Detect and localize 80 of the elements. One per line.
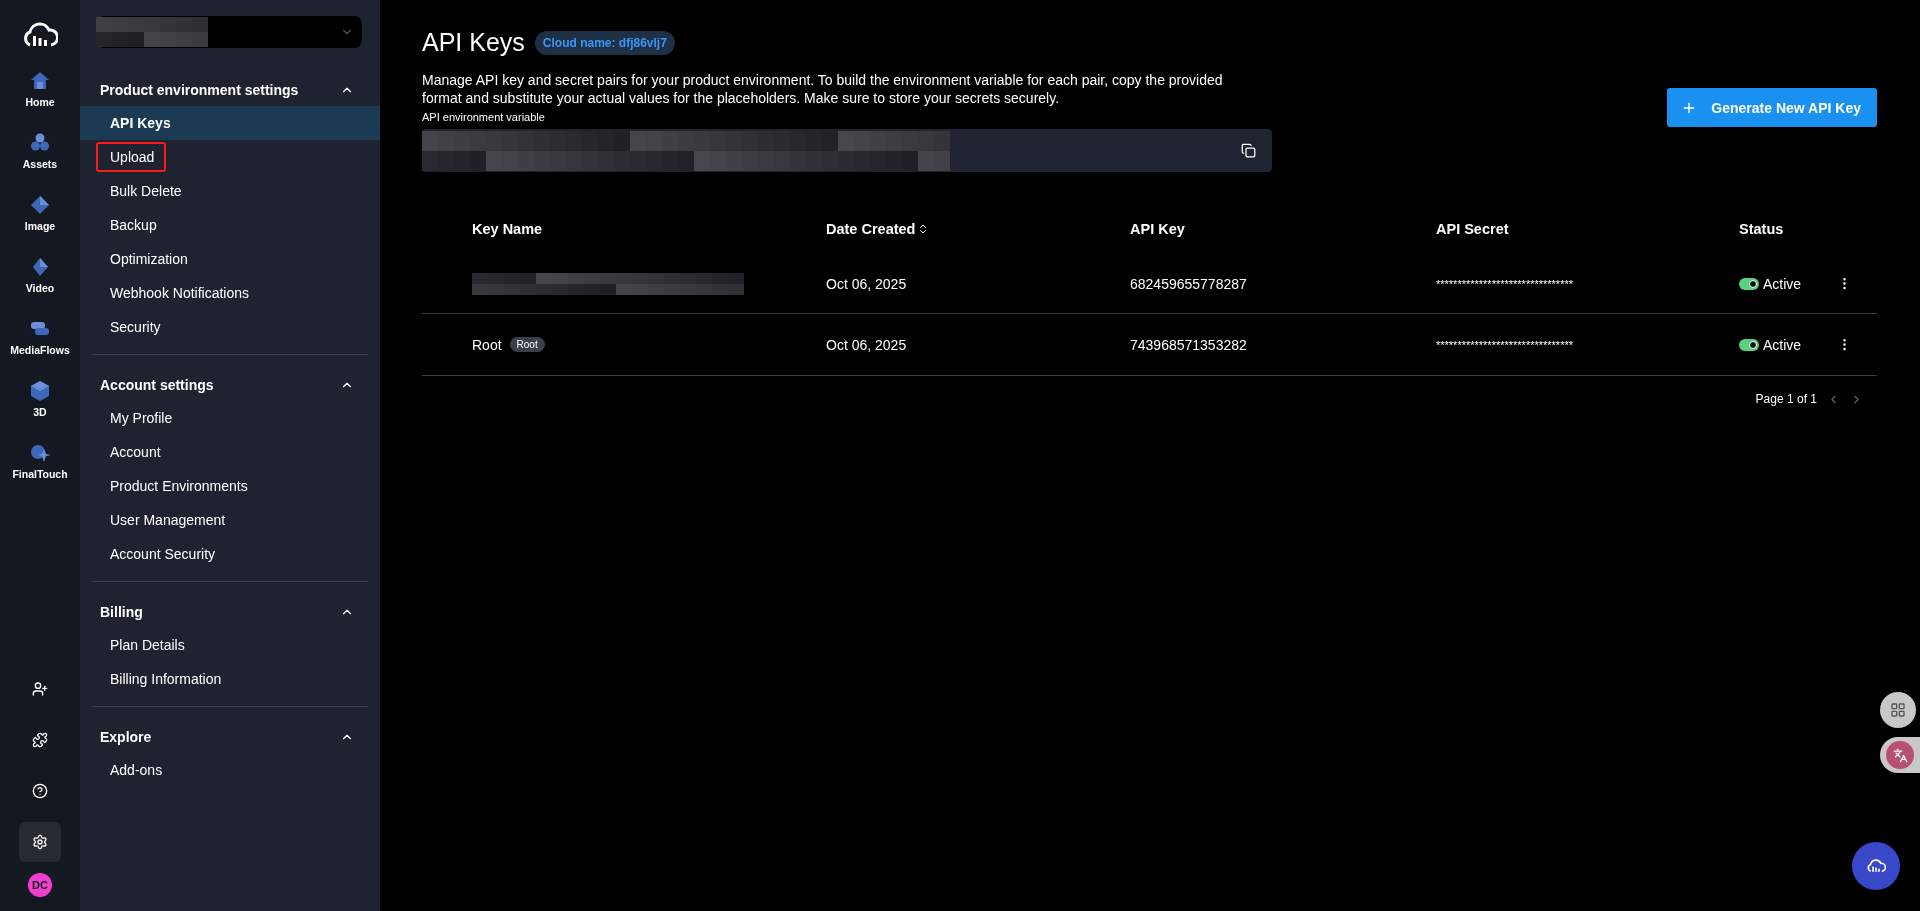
settings-button[interactable]: [19, 822, 61, 862]
nav-item[interactable]: MediaFlows: [10, 318, 70, 380]
menu-item-label: Product Environments: [109, 477, 249, 496]
menu-item[interactable]: Bulk Delete: [80, 174, 380, 208]
menu-item[interactable]: Account Security: [80, 537, 380, 571]
section-header[interactable]: Billing: [92, 596, 368, 628]
column-header[interactable]: Date Created: [826, 221, 1130, 237]
add-user-icon: [32, 681, 48, 697]
menu-item[interactable]: Plan Details: [80, 628, 380, 662]
table-cell-text: Oct 06, 2025: [826, 275, 908, 292]
cloud-icon: [1866, 858, 1886, 874]
menu-item[interactable]: Billing Information: [80, 662, 380, 696]
menu-item-label: My Profile: [109, 409, 174, 428]
translate-button[interactable]: [1880, 737, 1920, 773]
table-cell-text: Oct 06, 2025: [826, 336, 908, 353]
cluster-icon: [29, 132, 51, 154]
menu-item-label: Plan Details: [109, 636, 186, 655]
table-cell-text: ********************************: [1436, 338, 1574, 351]
status-text: Active: [1763, 336, 1802, 353]
section-header[interactable]: Account settings: [92, 369, 368, 401]
highlight-frame: Upload: [96, 142, 167, 172]
puzzle-icon: [32, 732, 48, 748]
nav-item[interactable]: Home: [25, 70, 55, 132]
nav-item[interactable]: FinalTouch: [12, 442, 68, 504]
page-title: API Keys: [422, 28, 525, 57]
menu-item-label: Bulk Delete: [109, 182, 183, 201]
menu-item[interactable]: API Keys: [80, 106, 380, 140]
menu-item[interactable]: Upload: [80, 140, 380, 174]
menu-item-label: Account Security: [109, 545, 217, 564]
column-header: API Secret: [1436, 221, 1510, 237]
menu-item-label: User Management: [109, 511, 227, 530]
nav-item[interactable]: Image: [24, 194, 56, 256]
menu-item-label: Backup: [109, 216, 158, 235]
column-header: API Key: [1130, 221, 1186, 237]
page-indicator: Page 1 of 1: [1755, 392, 1817, 406]
menu-item-label: Security: [109, 318, 162, 337]
translate-icon: [1892, 747, 1908, 763]
description: Manage API key and secret pairs for your product environment. To build the environment variable for each pair, copy the provided format and substitute your actual values for the placeholders. Make sure to store your secrets securely.: [422, 71, 1224, 107]
env-variable-field[interactable]: [422, 129, 1272, 172]
home-icon: [29, 70, 51, 92]
column-header: Key Name: [472, 221, 544, 237]
help-icon: [32, 783, 48, 799]
section-header[interactable]: Explore: [92, 721, 368, 753]
column-header: Status: [1739, 221, 1785, 237]
nav-item[interactable]: 3D: [29, 380, 51, 442]
sparkle-icon: [29, 442, 51, 464]
nav-item[interactable]: Video: [25, 256, 55, 318]
menu-item[interactable]: Security: [80, 310, 380, 344]
menu-item[interactable]: Optimization: [80, 242, 380, 276]
status-toggle[interactable]: [1739, 338, 1759, 351]
table-cell: Root: [472, 336, 502, 353]
menu-item[interactable]: Backup: [80, 208, 380, 242]
copy-icon: [1241, 143, 1256, 158]
section-header[interactable]: Product environment settings: [92, 74, 368, 106]
menu-item-label: Billing Information: [109, 670, 223, 689]
menu-item[interactable]: Add-ons: [80, 753, 380, 787]
settings-icon: [32, 834, 48, 850]
grid-icon: [1890, 702, 1906, 718]
field-label: API environment variable: [422, 111, 546, 123]
status-toggle[interactable]: [1739, 277, 1759, 290]
user-avatar[interactable]: DC: [28, 873, 52, 897]
table-cell-text: ********************************: [1436, 277, 1574, 290]
menu-item-label: Account: [109, 443, 162, 462]
menu-item[interactable]: Product Environments: [80, 469, 380, 503]
cube-icon: [29, 380, 51, 402]
menu-item-label: Add-ons: [109, 761, 164, 780]
status-text: Active: [1763, 275, 1802, 292]
menu-item-label: Webhook Notifications: [109, 284, 251, 303]
nav-item[interactable]: Assets: [22, 132, 58, 194]
table-cell-text: 743968571353282: [1130, 336, 1248, 353]
root-tag: Root: [509, 337, 545, 352]
diamond-icon: [29, 194, 51, 216]
menu-item-label: API Keys: [109, 114, 172, 133]
menu-item[interactable]: User Management: [80, 503, 380, 537]
menu-item[interactable]: Account: [80, 435, 380, 469]
cloud-name-badge: Cloud name: dfj86vlj7: [534, 30, 675, 55]
menu-item[interactable]: My Profile: [80, 401, 380, 435]
menu-item[interactable]: Webhook Notifications: [80, 276, 380, 310]
table-cell-text: 682459655778287: [1130, 275, 1248, 292]
menu-item-label: Optimization: [109, 250, 189, 269]
